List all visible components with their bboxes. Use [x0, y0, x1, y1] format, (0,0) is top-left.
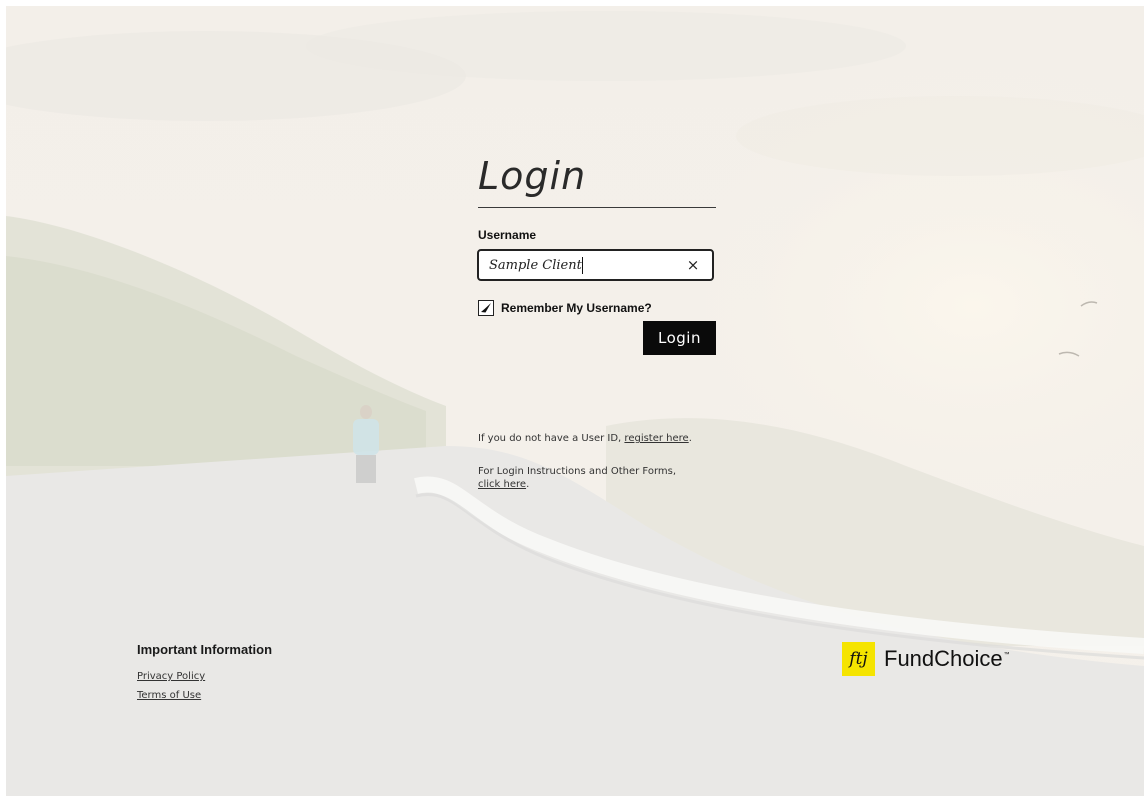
instructions-prefix-text: For Login Instructions and Other Forms,: [478, 466, 677, 477]
trademark-symbol: ™: [1003, 652, 1010, 658]
instructions-link[interactable]: click here: [478, 479, 526, 490]
login-page: Login Username Sample Client × Remember …: [6, 6, 1144, 796]
important-information-heading: Important Information: [137, 642, 273, 657]
login-button[interactable]: Login: [643, 321, 716, 355]
close-icon[interactable]: ×: [686, 257, 700, 273]
checkmark-icon: [481, 303, 491, 313]
brand-name: FundChoice: [884, 646, 1003, 671]
privacy-policy-link[interactable]: Privacy Policy: [137, 671, 205, 682]
text-caret: [582, 257, 583, 274]
page-title: Login: [478, 154, 587, 198]
instructions-suffix-text: .: [526, 479, 530, 490]
instructions-info: For Login Instructions and Other Forms, …: [478, 465, 708, 491]
username-input-value: Sample Client: [489, 258, 582, 273]
terms-of-use-link[interactable]: Terms of Use: [137, 690, 201, 701]
remember-username-row[interactable]: Remember My Username?: [478, 299, 652, 317]
register-suffix-text: .: [688, 433, 692, 444]
remember-username-label: Remember My Username?: [501, 301, 652, 315]
title-divider: [478, 207, 716, 208]
register-link[interactable]: register here: [624, 433, 688, 444]
brand-mark: ftj: [842, 642, 875, 676]
register-prefix-text: If you do not have a User ID,: [478, 433, 622, 444]
register-info: If you do not have a User ID, register h…: [478, 432, 692, 445]
username-input[interactable]: Sample Client ×: [477, 249, 714, 281]
remember-username-checkbox[interactable]: [478, 300, 494, 316]
fundchoice-logo: ftj FundChoice ™: [842, 642, 1010, 676]
username-label: Username: [478, 228, 537, 242]
